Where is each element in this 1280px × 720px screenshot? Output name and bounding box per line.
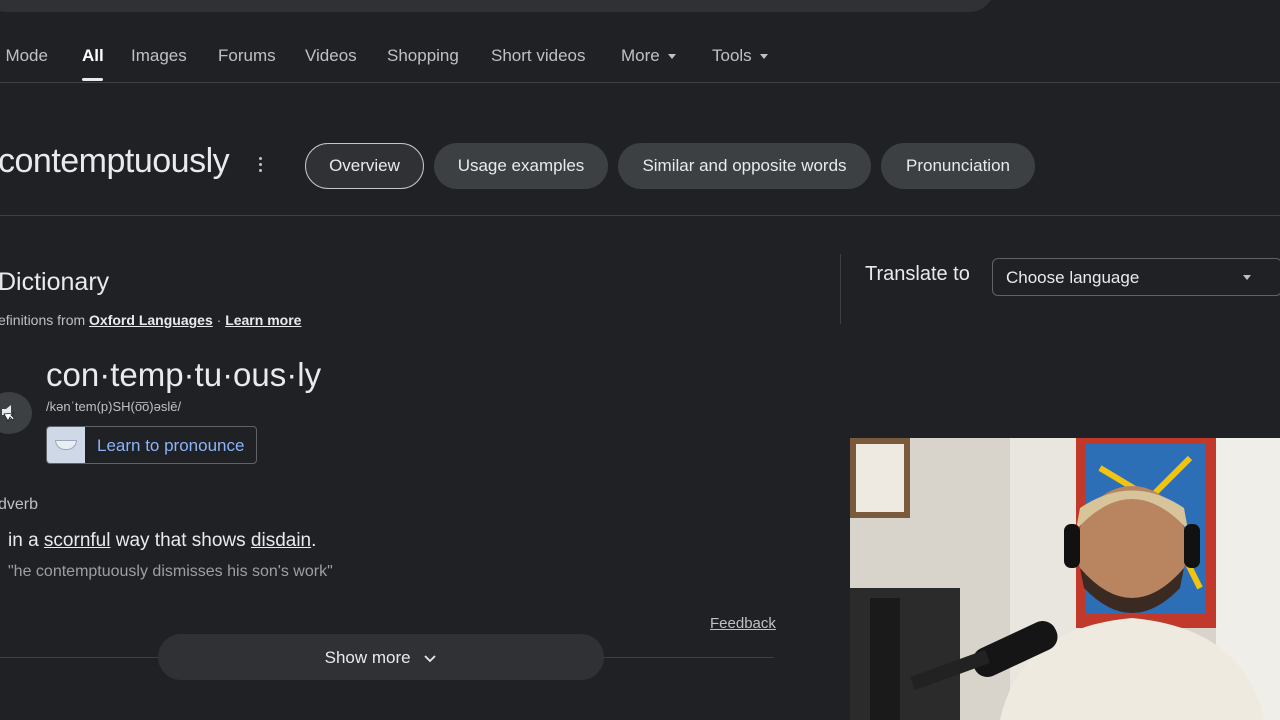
caret-down-icon: [667, 54, 676, 60]
caret-down-icon: [759, 54, 768, 60]
dictionary-heading: Dictionary: [0, 268, 110, 296]
learn-to-pronounce-button[interactable]: Learn to pronounce: [46, 426, 257, 464]
speaker-button[interactable]: [0, 392, 32, 434]
caret-down-icon: [1243, 275, 1251, 280]
chips-divider: [0, 215, 1280, 216]
column-divider: [840, 254, 841, 324]
learn-to-pronounce-label: Learn to pronounce: [97, 436, 245, 455]
definition-part: .: [311, 530, 317, 551]
tab-forums[interactable]: Forums: [218, 46, 276, 66]
tab-tools[interactable]: Tools: [712, 46, 768, 66]
chevron-down-icon: [424, 654, 436, 662]
search-bar[interactable]: [0, 0, 995, 12]
language-select[interactable]: Choose language: [992, 258, 1280, 296]
tab-ai-mode[interactable]: I Mode: [0, 46, 48, 66]
mouth-illustration-icon: [47, 427, 85, 463]
translate-label: Translate to: [865, 263, 970, 285]
tab-label: All: [82, 46, 104, 65]
tab-label: Forums: [218, 46, 276, 65]
tabs-divider: [0, 82, 1280, 83]
webcam-image: [850, 438, 1280, 720]
tab-videos[interactable]: Videos: [305, 46, 357, 66]
chip-similar-opposite-words[interactable]: Similar and opposite words: [618, 143, 871, 189]
usage-example: "he contemptuously dismisses his son's w…: [8, 563, 333, 580]
part-of-speech: dverb: [0, 496, 39, 513]
definition-part: way that shows: [110, 530, 251, 551]
phonetic-spelling: /kənˈtem(p)SH(o͞o)əslē/: [46, 399, 182, 414]
tab-label: I Mode: [0, 46, 48, 65]
speaker-icon: [0, 402, 18, 427]
tab-label: Videos: [305, 46, 357, 65]
tab-more[interactable]: More: [621, 46, 676, 66]
syllabified-word: con·temp·tu·ous·ly: [46, 356, 322, 393]
separator: ·: [216, 312, 222, 328]
scornful-link[interactable]: scornful: [44, 530, 111, 551]
tab-shopping[interactable]: Shopping: [387, 46, 459, 66]
chip-overview[interactable]: Overview: [305, 143, 424, 189]
tab-all[interactable]: All: [82, 46, 104, 66]
tab-images[interactable]: Images: [131, 46, 187, 66]
tab-label: Short videos: [491, 46, 586, 65]
definitions-source: efinitions from Oxford Languages · Learn…: [0, 312, 301, 328]
tab-short-videos[interactable]: Short videos: [491, 46, 586, 66]
show-more-button[interactable]: Show more: [158, 634, 604, 680]
definition-text: in a scornful way that shows disdain.: [8, 530, 316, 552]
tab-label: More: [621, 46, 660, 65]
feedback-link[interactable]: Feedback: [710, 615, 776, 632]
disdain-link[interactable]: disdain: [251, 530, 311, 551]
tab-label: Images: [131, 46, 187, 65]
webcam-overlay: [850, 438, 1280, 720]
source-prefix: efinitions from: [0, 312, 86, 328]
show-more-text: Show more: [324, 648, 411, 667]
oxford-languages-link[interactable]: Oxford Languages: [89, 312, 213, 328]
definition-part: in a: [8, 530, 44, 551]
language-select-value: Choose language: [1006, 268, 1140, 287]
show-more-label: Show more: [158, 648, 604, 668]
learn-more-link[interactable]: Learn more: [225, 312, 301, 328]
more-vert-icon[interactable]: [258, 157, 264, 175]
tab-label: Shopping: [387, 46, 459, 65]
tab-label: Tools: [712, 46, 752, 65]
chip-pronunciation[interactable]: Pronunciation: [881, 143, 1035, 189]
query-word-title: contemptuously: [0, 142, 230, 180]
active-tab-indicator: [82, 78, 103, 81]
chip-usage-examples[interactable]: Usage examples: [434, 143, 608, 189]
